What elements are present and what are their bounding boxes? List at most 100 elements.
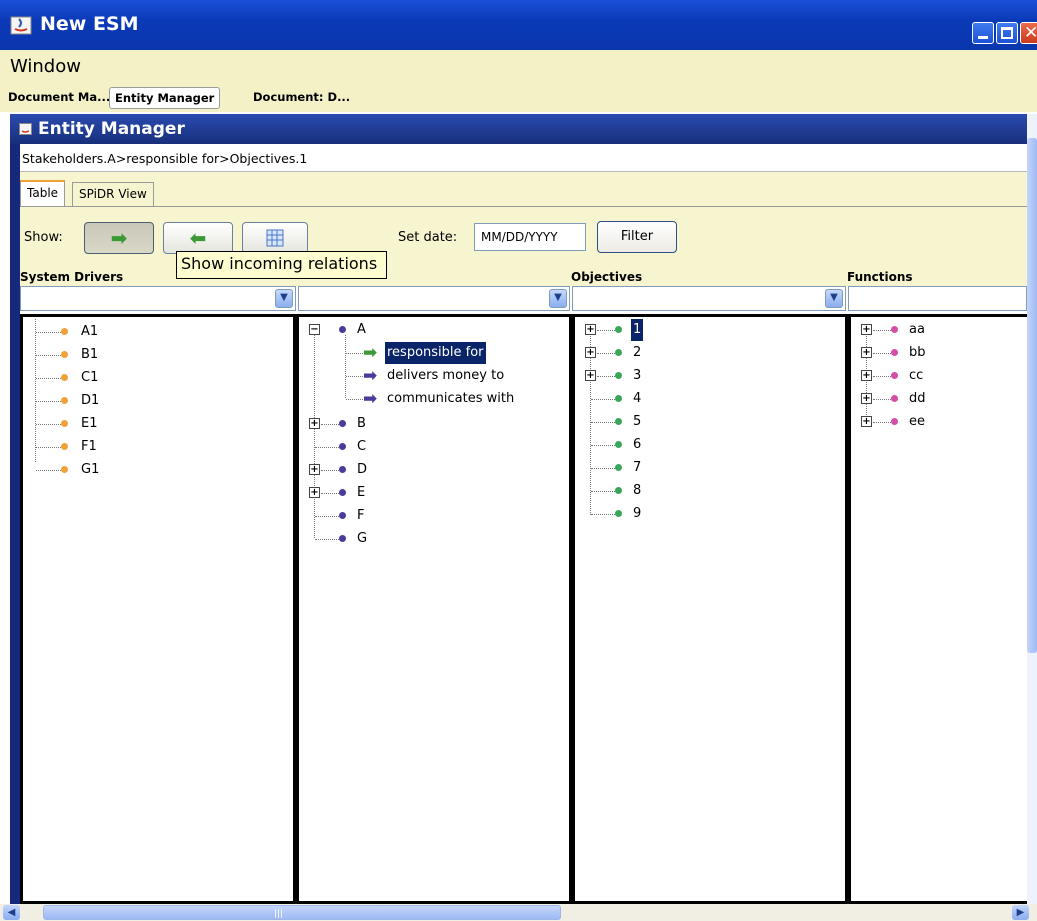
outgoing-arrow-icon: ➡ (110, 226, 128, 250)
list-item[interactable]: E1 (23, 413, 283, 435)
tree-node-b[interactable]: + B (299, 413, 559, 435)
column-header-system-drivers: System Drivers (20, 270, 124, 284)
objectives-panel: +1 +2 +3 4 5 6 7 8 9 (572, 314, 848, 904)
expand-icon[interactable]: + (861, 370, 872, 381)
expand-icon[interactable]: + (861, 393, 872, 404)
list-item[interactable]: 7 (575, 457, 835, 479)
objectives-filter-combo[interactable]: ▼ (572, 286, 846, 311)
chevron-down-icon[interactable]: ▼ (825, 289, 843, 308)
tree-node-a[interactable]: − A (299, 319, 559, 398)
stakeholders-filter-combo[interactable]: ▼ (298, 286, 570, 311)
show-incoming-button[interactable]: ⬅ (163, 222, 233, 254)
menu-window[interactable]: Window (10, 56, 81, 77)
relation-item[interactable]: ➡ communicates with (299, 388, 569, 410)
window-title: New ESM (40, 13, 139, 35)
doc-tab-document-manager[interactable]: Document Ma... (8, 90, 110, 104)
collapse-icon[interactable]: − (309, 324, 320, 335)
relation-item-selected[interactable]: ➡ responsible for (299, 342, 569, 364)
expand-icon[interactable]: + (861, 416, 872, 427)
show-outgoing-button[interactable]: ➡ (84, 222, 154, 254)
stakeholders-panel: − A ➡ responsible for ➡ delivers money t… (296, 314, 572, 904)
doc-tab-document[interactable]: Document: D... (253, 90, 350, 104)
window-title-bar: New ESM ✕ (0, 0, 1037, 50)
close-button[interactable]: ✕ (1020, 22, 1037, 44)
list-item[interactable]: +2 (575, 342, 835, 364)
expand-icon[interactable]: + (309, 418, 320, 429)
maximize-button[interactable] (996, 22, 1018, 44)
expand-icon[interactable]: + (585, 347, 596, 358)
table-icon (266, 229, 284, 247)
tree-node-c[interactable]: C (299, 436, 559, 458)
list-item-selected[interactable]: +1 (575, 319, 835, 341)
vertical-scrollbar[interactable] (1027, 114, 1037, 904)
tree-node-d[interactable]: + D (299, 459, 559, 481)
view-tab-bar: Table SPiDR View (20, 172, 1027, 207)
list-item[interactable]: B1 (23, 344, 283, 366)
app-java-icon (19, 123, 32, 135)
column-header-objectives: Objectives (571, 270, 643, 284)
expand-icon[interactable]: + (309, 464, 320, 475)
expand-icon[interactable]: + (585, 324, 596, 335)
list-item[interactable]: D1 (23, 390, 283, 412)
list-item[interactable]: +3 (575, 365, 835, 387)
chevron-down-icon[interactable]: ▼ (275, 289, 293, 308)
expand-icon[interactable]: + (585, 370, 596, 381)
outgoing-arrow-icon: ➡ (363, 343, 378, 363)
system-drivers-panel: A1 B1 C1 D1 E1 F1 G1 (20, 314, 296, 904)
calendar-button[interactable] (242, 222, 308, 254)
horizontal-scrollbar[interactable]: ◀ ||| ▶ (0, 904, 1037, 921)
list-item[interactable]: 6 (575, 434, 835, 456)
list-item[interactable]: 5 (575, 411, 835, 433)
tree-node-e[interactable]: + E (299, 482, 559, 504)
app-java-icon (10, 16, 32, 35)
outgoing-arrow-icon: ➡ (363, 366, 378, 386)
list-item[interactable]: 9 (575, 503, 835, 525)
outgoing-arrow-icon: ➡ (363, 389, 378, 409)
expand-icon[interactable]: + (861, 324, 872, 335)
incoming-arrow-icon: ⬅ (189, 226, 207, 250)
system-drivers-filter-combo[interactable]: ▼ (20, 286, 296, 311)
list-item[interactable]: 8 (575, 480, 835, 502)
set-date-label: Set date: (398, 230, 458, 245)
minimize-icon (978, 36, 988, 39)
list-item[interactable]: + cc (851, 365, 1021, 387)
minimize-button[interactable] (972, 22, 994, 44)
vertical-scroll-thumb[interactable] (1027, 138, 1037, 653)
list-item[interactable]: + ee (851, 411, 1021, 433)
date-input[interactable]: MM/DD/YYYY (474, 223, 586, 251)
show-label: Show: (24, 230, 63, 245)
maximize-icon (1001, 27, 1013, 39)
horizontal-scroll-thumb[interactable]: ||| (43, 905, 561, 920)
breadcrumb: Stakeholders.A>responsible for>Objective… (20, 146, 1027, 172)
list-item[interactable]: C1 (23, 367, 283, 389)
list-item[interactable]: + bb (851, 342, 1021, 364)
tree-node-f[interactable]: F (299, 505, 559, 527)
list-item[interactable]: + aa (851, 319, 1021, 341)
relation-item[interactable]: ➡ delivers money to (299, 365, 569, 387)
list-item[interactable]: A1 (23, 321, 283, 343)
chevron-down-icon[interactable]: ▼ (549, 289, 567, 308)
expand-icon[interactable]: + (309, 487, 320, 498)
list-item[interactable]: F1 (23, 436, 283, 458)
tab-spidr-view[interactable]: SPiDR View (72, 182, 154, 206)
entity-manager-title: Entity Manager (38, 119, 185, 139)
list-item[interactable]: G1 (23, 459, 283, 481)
list-item[interactable]: + dd (851, 388, 1021, 410)
scroll-left-button[interactable]: ◀ (3, 905, 20, 920)
frame-border (10, 144, 20, 904)
menu-bar: Window (0, 50, 1037, 86)
list-item[interactable]: 4 (575, 388, 835, 410)
scroll-right-button[interactable]: ▶ (1012, 905, 1029, 920)
column-header-functions: Functions (847, 270, 913, 284)
close-icon: ✕ (1024, 23, 1037, 43)
functions-panel: + aa + bb + cc + dd + ee (848, 314, 1029, 904)
tab-table[interactable]: Table (20, 180, 66, 207)
entity-manager-title-bar: Entity Manager (10, 114, 1027, 144)
expand-icon[interactable]: + (861, 347, 872, 358)
tooltip: Show incoming relations (176, 251, 387, 279)
filter-button[interactable]: Filter (597, 221, 677, 253)
doc-tab-entity-manager[interactable]: Entity Manager (109, 87, 221, 109)
functions-filter-combo[interactable] (848, 286, 1027, 311)
tree-node-g[interactable]: G (299, 528, 559, 550)
document-bar: Document Ma... Entity Manager Document: … (0, 86, 1037, 112)
